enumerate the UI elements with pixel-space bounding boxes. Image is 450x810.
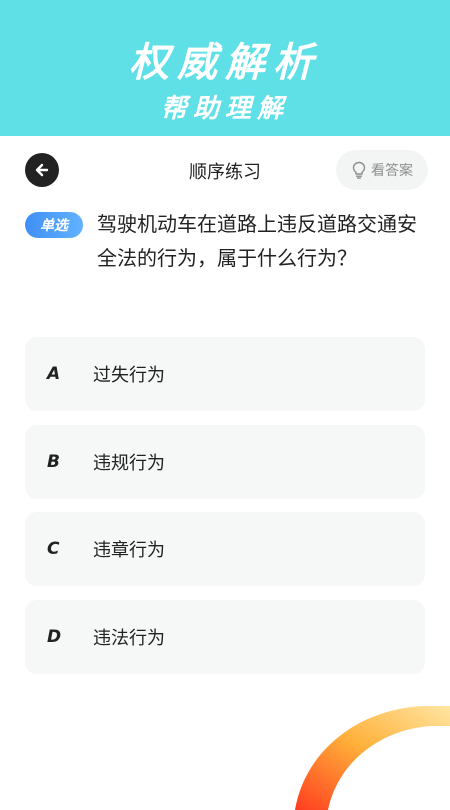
option-text: 违章行为 bbox=[93, 540, 165, 561]
show-answer-button[interactable]: 看答案 bbox=[336, 150, 428, 190]
option-letter: D bbox=[47, 627, 62, 647]
option-d[interactable]: D 违法行为 bbox=[25, 600, 425, 674]
lightbulb-icon bbox=[352, 161, 366, 179]
option-b[interactable]: B 违规行为 bbox=[25, 425, 425, 499]
decorative-arc bbox=[295, 706, 450, 810]
header-banner: 权威解析 帮助理解 bbox=[0, 0, 450, 136]
banner-title: 权威解析 bbox=[129, 39, 321, 86]
option-text: 过失行为 bbox=[93, 365, 165, 386]
banner-subtitle: 帮助理解 bbox=[160, 94, 289, 124]
option-a[interactable]: A 过失行为 bbox=[25, 337, 425, 411]
option-text: 违规行为 bbox=[93, 453, 165, 474]
show-answer-label: 看答案 bbox=[371, 163, 413, 179]
question-type-badge: 单选 bbox=[25, 212, 83, 238]
option-letter: B bbox=[47, 452, 60, 472]
question-text: 驾驶机动车在道路上违反道路交通安全法的行为，属于什么行为？ bbox=[97, 212, 417, 270]
option-text: 违法行为 bbox=[93, 628, 165, 649]
option-letter: A bbox=[47, 364, 61, 384]
option-letter: C bbox=[47, 539, 60, 559]
option-c[interactable]: C 违章行为 bbox=[25, 512, 425, 586]
